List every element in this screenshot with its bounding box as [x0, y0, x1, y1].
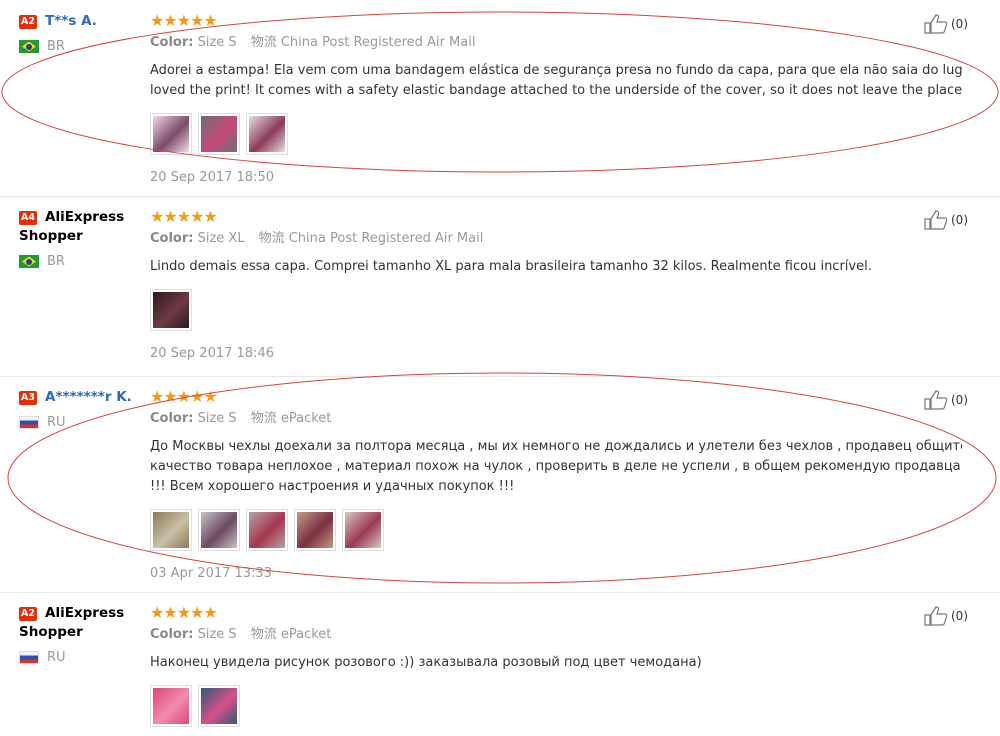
review-text-line: качество товара неплохое , материал похо… [150, 459, 962, 474]
review-photo-thumbnail[interactable] [198, 509, 240, 551]
thumbs-up-icon [924, 14, 948, 34]
review-text: Наконец увидела рисунок розового :)) зак… [150, 653, 962, 673]
order-info: Color: Size S 物流 ePacket [150, 408, 962, 430]
color-value: Size S [197, 35, 237, 50]
shipping-label: 物流 [250, 411, 277, 426]
level-badge: A2 [19, 15, 37, 29]
review-photos [150, 289, 962, 331]
review-text-line: !!! Всем хорошего настроения и удачных п… [150, 479, 515, 494]
review-photo-thumbnail[interactable] [150, 289, 192, 331]
review-item: A3 A*******r K. RU ★★★★★ Color: Size S 物流 … [0, 376, 1000, 593]
level-badge: A2 [19, 607, 37, 621]
brazil-flag-icon [19, 40, 39, 53]
helpful-count: (0) [951, 609, 968, 623]
shipping-label: 物流 [250, 627, 277, 642]
level-badge: A3 [19, 391, 37, 405]
review-body: ★★★★★ Color: Size S 物流 ePacket Наконец ув… [150, 604, 962, 727]
color-label: Color: [150, 627, 194, 642]
helpful-count: (0) [951, 393, 968, 407]
country-code: RU [47, 650, 66, 665]
color-label: Color: [150, 411, 194, 426]
review-body: ★★★★★ Color: Size S 物流 China Post Registe… [150, 12, 962, 185]
review-text: До Москвы чехлы доехали за полтора месяц… [150, 437, 962, 497]
reviewer-name-line: A3 A*******r K. [19, 388, 144, 407]
star-rating: ★★★★★ [150, 603, 218, 622]
helpful-button[interactable]: (0) [924, 210, 968, 230]
review-text-line: До Москвы чехлы доехали за полтора месяц… [150, 439, 962, 454]
reviewer-name[interactable]: A*******r K. [45, 389, 132, 405]
color-value: Size XL [197, 231, 245, 246]
shipping-value: China Post Registered Air Mail [288, 231, 484, 246]
review-photo-thumbnail[interactable] [294, 509, 336, 551]
order-info: Color: Size S 物流 China Post Registered Ai… [150, 32, 962, 54]
review-item: A2 T**s A. BR ★★★★★ Color: Size S 物流 China… [0, 0, 1000, 197]
review-photo-thumbnail[interactable] [150, 509, 192, 551]
review-text-line: Наконец увидела рисунок розового :)) зак… [150, 655, 702, 670]
review-body: ★★★★★ Color: Size S 物流 ePacket До Москвы … [150, 388, 962, 581]
reviewer-name-line: A2 AliExpress Shopper [19, 604, 144, 642]
star-rating: ★★★★★ [150, 11, 218, 30]
review-photos [150, 685, 962, 727]
review-body: ★★★★★ Color: Size XL 物流 China Post Regist… [150, 208, 962, 361]
review-text-line: Adorei a estampa! Ela vem com uma bandag… [150, 63, 962, 78]
shipping-label: 物流 [258, 231, 285, 246]
thumbs-up-icon [924, 606, 948, 626]
reviewer-country: BR [19, 254, 144, 269]
helpful-button[interactable]: (0) [924, 606, 968, 626]
review-date: 20 Sep 2017 18:50 [150, 170, 274, 185]
helpful-button[interactable]: (0) [924, 390, 968, 410]
brazil-flag-icon [19, 255, 39, 268]
review-photo-thumbnail[interactable] [198, 685, 240, 727]
helpful-count: (0) [951, 213, 968, 227]
star-rating: ★★★★★ [150, 207, 218, 226]
review-photo-thumbnail[interactable] [342, 509, 384, 551]
country-code: BR [47, 254, 65, 269]
color-label: Color: [150, 231, 194, 246]
color-value: Size S [197, 411, 237, 426]
helpful-count: (0) [951, 17, 968, 31]
review-photo-thumbnail[interactable] [246, 113, 288, 155]
color-value: Size S [197, 627, 237, 642]
shipping-value: ePacket [280, 411, 332, 426]
star-rating: ★★★★★ [150, 387, 218, 406]
review-photo-thumbnail[interactable] [198, 113, 240, 155]
shipping-value: ePacket [280, 627, 332, 642]
order-info: Color: Size S 物流 ePacket [150, 624, 962, 646]
level-badge: A4 [19, 211, 37, 225]
color-label: Color: [150, 35, 194, 50]
review-item: A2 AliExpress Shopper RU ★★★★★ Color: Siz… [0, 592, 1000, 736]
reviewer-info: A2 AliExpress Shopper RU [19, 604, 144, 665]
reviewer-name-line: A2 T**s A. [19, 12, 144, 31]
country-code: RU [47, 415, 66, 430]
review-photos [150, 113, 962, 155]
russia-flag-icon [19, 416, 39, 429]
review-text-line: Lindo demais essa capa. Comprei tamanho … [150, 259, 872, 274]
reviewer-info: A3 A*******r K. RU [19, 388, 144, 430]
review-text: Lindo demais essa capa. Comprei tamanho … [150, 257, 962, 277]
helpful-button[interactable]: (0) [924, 14, 968, 34]
review-date: 03 Apr 2017 13:33 [150, 566, 272, 581]
reviewer-info: A4 AliExpress Shopper BR [19, 208, 144, 269]
shipping-label: 物流 [250, 35, 277, 50]
russia-flag-icon [19, 651, 39, 664]
review-photos [150, 509, 962, 551]
reviewer-name[interactable]: T**s A. [45, 13, 97, 29]
review-photo-thumbnail[interactable] [150, 113, 192, 155]
review-date: 20 Sep 2017 18:46 [150, 346, 274, 361]
order-info: Color: Size XL 物流 China Post Registered A… [150, 228, 962, 250]
reviewer-country: RU [19, 415, 144, 430]
shipping-value: China Post Registered Air Mail [280, 35, 476, 50]
review-text: Adorei a estampa! Ela vem com uma bandag… [150, 61, 962, 101]
review-text-line: loved the print! It comes with a safety … [150, 83, 962, 98]
thumbs-up-icon [924, 390, 948, 410]
review-photo-thumbnail[interactable] [150, 685, 192, 727]
reviewer-country: BR [19, 39, 144, 54]
review-photo-thumbnail[interactable] [246, 509, 288, 551]
reviewer-info: A2 T**s A. BR [19, 12, 144, 54]
country-code: BR [47, 39, 65, 54]
reviewer-name-line: A4 AliExpress Shopper [19, 208, 144, 246]
thumbs-up-icon [924, 210, 948, 230]
review-item: A4 AliExpress Shopper BR ★★★★★ Color: Siz… [0, 196, 1000, 377]
reviewer-country: RU [19, 650, 144, 665]
